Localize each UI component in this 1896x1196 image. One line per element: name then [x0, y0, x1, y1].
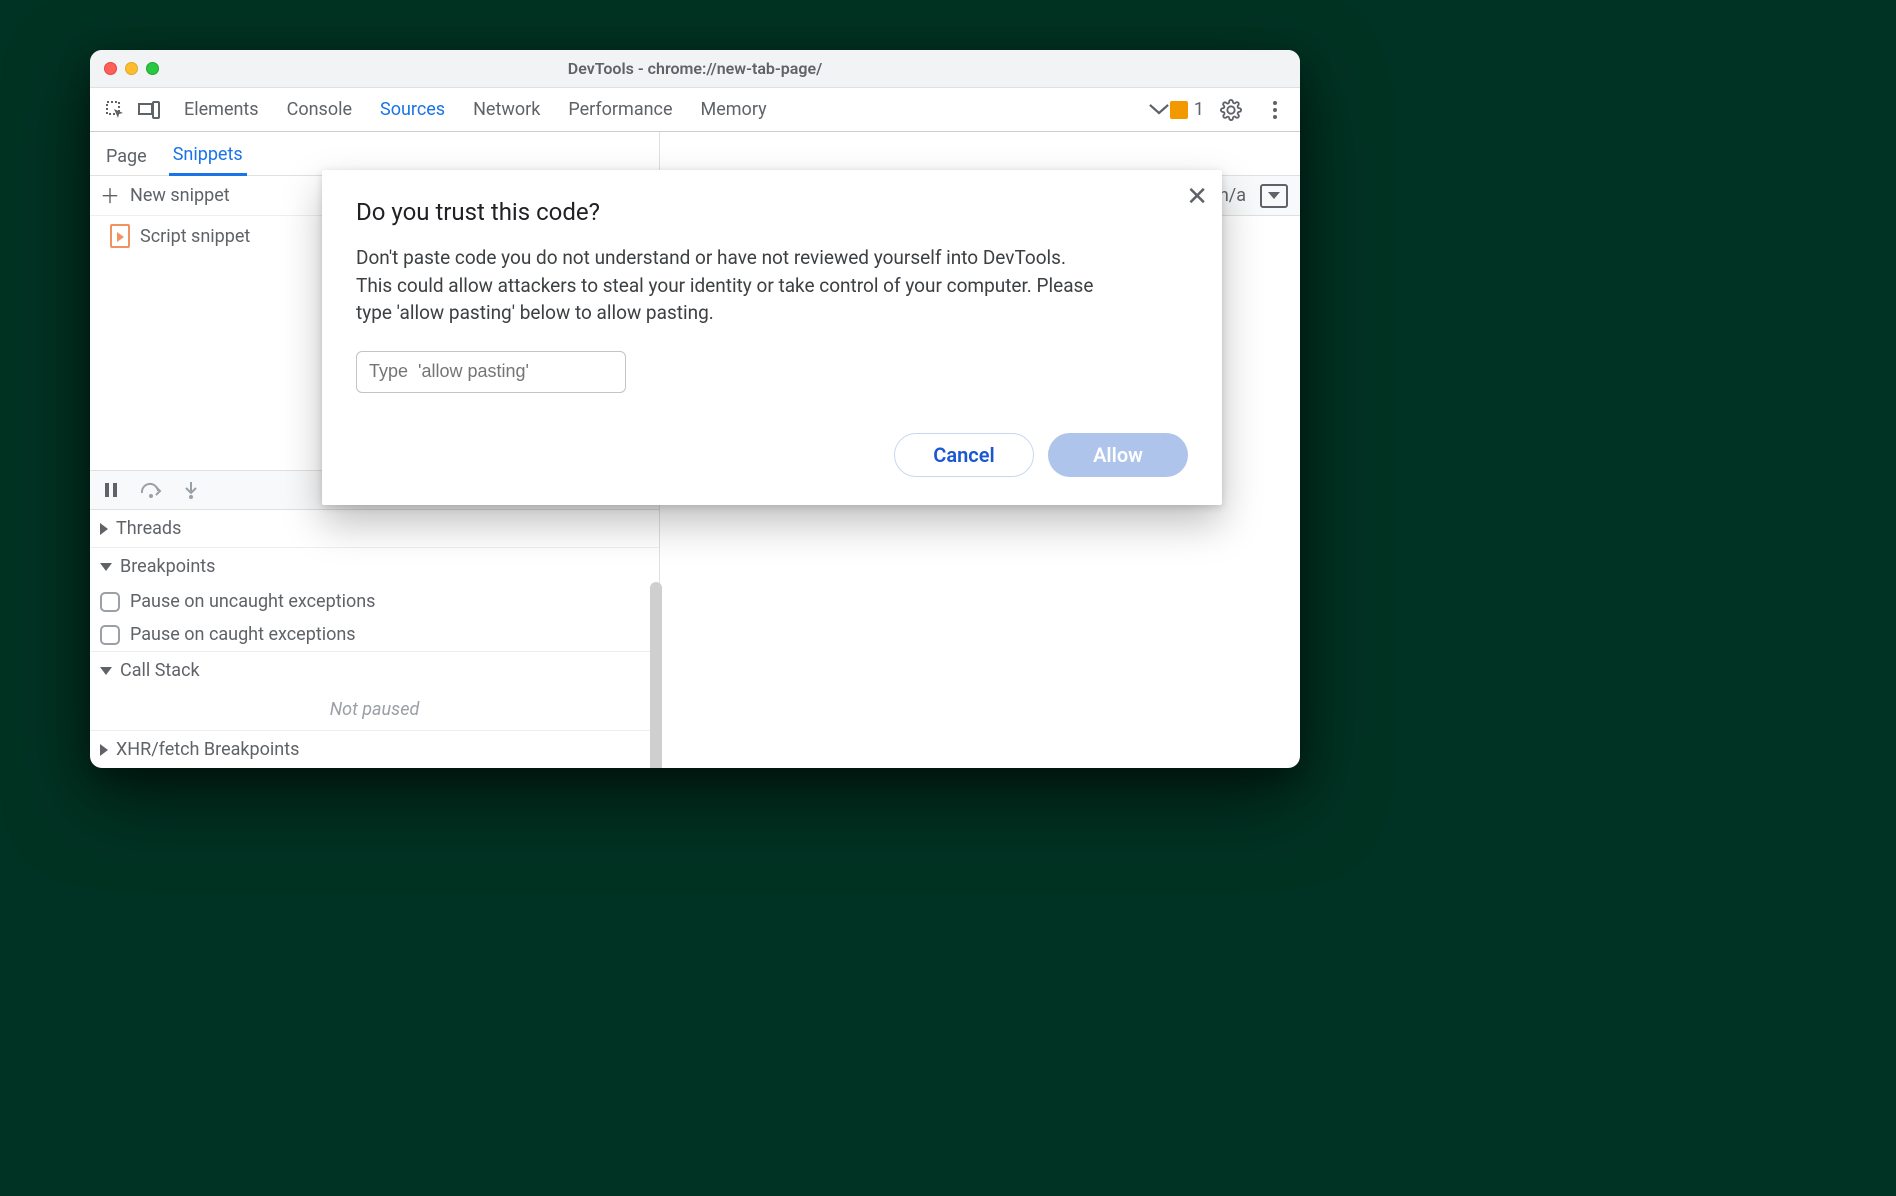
subtab-snippets[interactable]: Snippets — [169, 134, 247, 176]
warning-icon — [1170, 101, 1188, 119]
section-threads-label: Threads — [116, 518, 181, 539]
allow-pasting-input[interactable] — [356, 351, 626, 393]
chevron-right-icon — [100, 744, 108, 756]
new-snippet-label: New snippet — [130, 185, 230, 206]
callstack-not-paused: Not paused — [90, 689, 659, 730]
kebab-menu-icon[interactable] — [1258, 93, 1292, 127]
pause-uncaught-label: Pause on uncaught exceptions — [130, 591, 375, 612]
dialog-buttons: Cancel Allow — [356, 433, 1188, 477]
settings-gear-icon[interactable] — [1214, 93, 1248, 127]
section-breakpoints[interactable]: Breakpoints — [90, 547, 659, 585]
pause-caught-label: Pause on caught exceptions — [130, 624, 356, 645]
tab-sources[interactable]: Sources — [380, 99, 445, 120]
inspect-element-icon[interactable] — [98, 93, 132, 127]
dialog-title: Do you trust this code? — [356, 198, 1188, 226]
pause-uncaught-row[interactable]: Pause on uncaught exceptions — [90, 585, 659, 618]
step-into-icon[interactable] — [180, 479, 202, 501]
step-over-icon[interactable] — [140, 479, 162, 501]
plus-icon: ＋ — [100, 186, 120, 206]
checkbox-icon[interactable] — [100, 625, 120, 645]
section-callstack-label: Call Stack — [120, 660, 200, 681]
window-minimize-button[interactable] — [125, 62, 138, 75]
cancel-button[interactable]: Cancel — [894, 433, 1034, 477]
tab-console[interactable]: Console — [287, 99, 352, 120]
more-tabs-icon[interactable] — [1148, 103, 1170, 117]
device-toolbar-icon[interactable] — [132, 93, 166, 127]
chevron-right-icon — [100, 523, 108, 535]
checkbox-icon[interactable] — [100, 592, 120, 612]
window-titlebar: DevTools - chrome://new-tab-page/ — [90, 50, 1300, 88]
dialog-close-icon[interactable]: ✕ — [1186, 182, 1208, 212]
snippet-label: Script snippet — [140, 226, 250, 247]
dialog-body-text: Don't paste code you do not understand o… — [356, 244, 1096, 327]
subtab-page[interactable]: Page — [102, 136, 151, 175]
tab-performance[interactable]: Performance — [568, 99, 672, 120]
pause-resume-icon[interactable] — [100, 479, 122, 501]
snippet-file-icon — [110, 224, 130, 248]
allow-button[interactable]: Allow — [1048, 433, 1188, 477]
section-breakpoints-label: Breakpoints — [120, 556, 215, 577]
chevron-down-icon — [100, 667, 112, 675]
section-xhr-fetch-label: XHR/fetch Breakpoints — [116, 739, 299, 760]
section-callstack[interactable]: Call Stack — [90, 651, 659, 689]
trust-code-dialog: ✕ Do you trust this code? Don't paste co… — [322, 170, 1222, 505]
chevron-down-icon — [100, 563, 112, 571]
window-close-button[interactable] — [104, 62, 117, 75]
warning-badge[interactable]: 1 — [1170, 99, 1204, 120]
section-threads[interactable]: Threads — [90, 510, 659, 547]
tab-elements[interactable]: Elements — [184, 99, 259, 120]
devtools-window: DevTools - chrome://new-tab-page/ Elemen… — [90, 50, 1300, 768]
tab-memory[interactable]: Memory — [701, 99, 767, 120]
pause-caught-row[interactable]: Pause on caught exceptions — [90, 618, 659, 651]
window-maximize-button[interactable] — [146, 62, 159, 75]
debugger-sections: Threads Breakpoints Pause on uncaught ex… — [90, 510, 659, 768]
warning-count: 1 — [1194, 99, 1204, 120]
window-title: DevTools - chrome://new-tab-page/ — [90, 59, 1300, 78]
coverage-dropdown-icon[interactable] — [1260, 184, 1288, 208]
main-tabstrip: Elements Console Sources Network Perform… — [90, 88, 1300, 132]
window-controls — [104, 62, 159, 75]
section-xhr-fetch[interactable]: XHR/fetch Breakpoints — [90, 730, 659, 768]
main-tabs: Elements Console Sources Network Perform… — [184, 99, 1140, 120]
tab-network[interactable]: Network — [473, 99, 540, 120]
